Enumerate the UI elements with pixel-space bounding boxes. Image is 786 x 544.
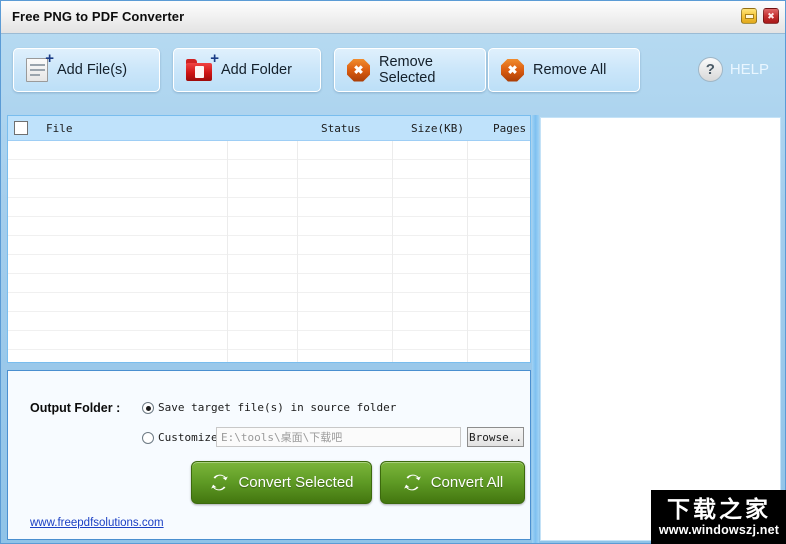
preview-panel[interactable] [540,117,781,541]
add-files-label: Add File(s) [57,62,128,78]
watermark-overlay: 下载之家 www.windowszj.net [651,490,786,544]
radio-customize[interactable] [142,432,154,444]
application-window: Free PNG to PDF Converter + Add File(s) … [0,0,786,544]
table-row[interactable] [8,350,530,362]
convert-selected-button[interactable]: Convert Selected [191,461,372,504]
remove-x-icon [347,58,370,82]
file-plus-icon: + [26,51,54,82]
output-path-input[interactable]: E:\tools\桌面\下载吧 [216,427,461,447]
column-divider [392,141,393,362]
remove-all-x-icon: + [501,58,524,82]
remove-selected-button[interactable]: Remove Selected [334,48,486,92]
convert-all-button[interactable]: Convert All [380,461,525,504]
table-row[interactable] [8,236,530,255]
help-label: HELP [729,61,769,78]
panel-splitter[interactable] [532,115,539,543]
table-row[interactable] [8,331,530,350]
add-files-button[interactable]: + Add File(s) [13,48,160,92]
convert-selected-label: Convert Selected [238,474,354,491]
column-divider [467,141,468,362]
radio-customize-label[interactable]: Customize [158,431,218,444]
window-controls [741,8,779,24]
file-list-panel: File Status Size(KB) Pages [7,115,531,363]
remove-all-label: Remove All [533,62,607,78]
watermark-brand: 下载之家 [667,496,771,523]
table-row[interactable] [8,179,530,198]
recycle-arrows-icon [402,472,423,493]
column-header-status[interactable]: Status [321,122,361,135]
column-divider [297,141,298,362]
window-title: Free PNG to PDF Converter [12,9,185,24]
help-button[interactable]: ? HELP [697,57,769,82]
table-row[interactable] [8,160,530,179]
column-divider [227,141,228,362]
table-row[interactable] [8,255,530,274]
question-circle-icon: ? [697,57,723,82]
close-button[interactable] [763,8,779,24]
remove-selected-label: Remove Selected [379,54,436,86]
table-row[interactable] [8,312,530,331]
recycle-arrows-icon [209,472,230,493]
add-folder-label: Add Folder [221,62,292,78]
table-row[interactable] [8,141,530,160]
column-header-file[interactable]: File [46,122,73,135]
website-link[interactable]: www.freepdfsolutions.com [30,517,164,529]
browse-button[interactable]: Browse.. [467,427,524,447]
radio-save-in-source[interactable] [142,402,154,414]
table-row[interactable] [8,198,530,217]
table-row[interactable] [8,274,530,293]
radio-save-in-source-label[interactable]: Save target file(s) in source folder [158,401,396,414]
add-folder-button[interactable]: + Add Folder [173,48,321,92]
column-header-pages[interactable]: Pages [493,122,526,135]
table-row[interactable] [8,293,530,312]
output-folder-panel: Output Folder : Save target file(s) in s… [7,370,531,540]
output-folder-label: Output Folder : [30,401,121,415]
toolbar: + Add File(s) + Add Folder Remove Select… [1,35,785,111]
column-header-size[interactable]: Size(KB) [411,122,464,135]
file-list-body[interactable] [8,141,530,362]
file-list-header: File Status Size(KB) Pages [8,116,530,141]
folder-plus-icon: + [186,51,219,81]
remove-all-button[interactable]: + Remove All [488,48,640,92]
minimize-button[interactable] [741,8,757,24]
select-all-checkbox[interactable] [14,121,28,135]
convert-all-label: Convert All [430,474,504,491]
table-row[interactable] [8,217,530,236]
title-bar: Free PNG to PDF Converter [1,1,785,34]
watermark-url: www.windowszj.net [658,523,780,538]
